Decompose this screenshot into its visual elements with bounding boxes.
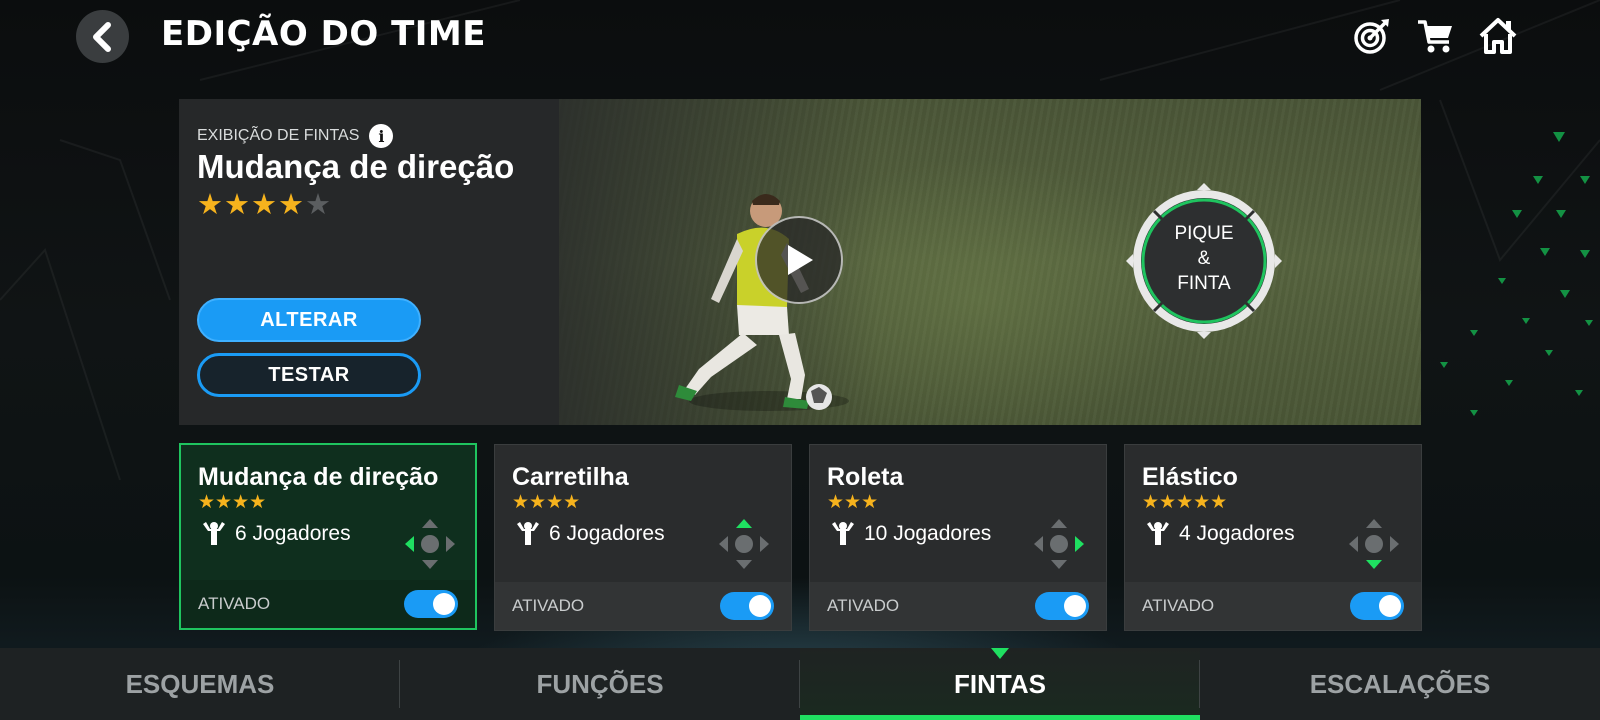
bottom-tab-bar: ESQUEMAS FUNÇÕES FINTAS ESCALAÇÕES <box>0 648 1600 720</box>
dpad-down-icon <box>1349 519 1399 569</box>
cart-icon <box>1418 20 1452 53</box>
card-rating: ★★★★★ <box>1142 492 1228 513</box>
card-players: 6 Jogadores <box>515 521 665 547</box>
card-footer: ATIVADO <box>181 580 475 628</box>
card-rating: ★★★★ <box>198 492 267 513</box>
change-button[interactable]: ALTERAR <box>197 298 421 342</box>
players-icon <box>517 522 539 545</box>
card-title: Roleta <box>827 463 904 491</box>
card-players: 4 Jogadores <box>1145 521 1295 547</box>
control-label-line: PIQUE <box>1174 223 1234 244</box>
activation-status: ATIVADO <box>827 596 900 615</box>
dpad-left-icon <box>405 519 455 569</box>
card-footer: ATIVADO <box>1125 582 1421 630</box>
test-button[interactable]: TESTAR <box>197 353 421 397</box>
chevron-left-icon <box>92 21 111 52</box>
home-button[interactable] <box>1478 16 1518 56</box>
star-empty-icon: ★ <box>305 189 332 221</box>
card-players: 10 Jogadores <box>830 521 991 547</box>
dpad-right-icon <box>1034 519 1084 569</box>
activation-toggle[interactable] <box>720 592 774 620</box>
control-label-line: & <box>1197 248 1211 269</box>
back-button[interactable] <box>76 10 129 63</box>
tab-esquemas[interactable]: ESQUEMAS <box>0 648 400 720</box>
control-label: PIQUE & FINTA <box>1124 221 1284 296</box>
toggle-knob <box>1379 595 1401 617</box>
target-button[interactable] <box>1352 16 1392 56</box>
activation-status: ATIVADO <box>198 594 271 613</box>
toggle-knob <box>433 593 455 615</box>
control-label-line: FINTA <box>1177 273 1231 294</box>
info-icon[interactable]: i <box>369 124 394 148</box>
skill-move-card[interactable]: Roleta ★★★ 10 Jogadores ATIVADO <box>809 444 1107 631</box>
star-icon: ★ <box>197 189 224 221</box>
dpad-up-icon <box>719 519 769 569</box>
star-icon: ★ <box>278 189 305 221</box>
star-icon: ★ <box>224 189 251 221</box>
target-icon <box>1354 19 1389 54</box>
card-rating: ★★★ <box>827 492 879 513</box>
players-count: 6 Jogadores <box>549 522 665 545</box>
activation-status: ATIVADO <box>1142 596 1215 615</box>
play-icon <box>788 245 813 275</box>
skill-move-showcase: EXIBIÇÃO DE FINTAS i Mudança de direção … <box>179 99 1421 425</box>
players-icon <box>1147 522 1169 545</box>
skill-move-card[interactable]: Elástico ★★★★★ 4 Jogadores ATIVADO <box>1124 444 1422 631</box>
showcase-label: EXIBIÇÃO DE FINTAS i <box>197 124 394 148</box>
skill-move-card[interactable]: Carretilha ★★★★ 6 Jogadores ATIVADO <box>494 444 792 631</box>
active-tab-indicator <box>800 715 1200 720</box>
players-icon <box>203 522 225 545</box>
top-bar: EDIÇÃO DO TIME <box>0 0 1600 74</box>
toggle-knob <box>1064 595 1086 617</box>
players-count: 4 Jogadores <box>1179 522 1295 545</box>
card-footer: ATIVADO <box>810 582 1106 630</box>
tab-escalacoes[interactable]: ESCALAÇÕES <box>1200 648 1600 720</box>
card-title: Carretilha <box>512 463 629 491</box>
players-count: 6 Jogadores <box>235 522 351 545</box>
page-title: EDIÇÃO DO TIME <box>161 14 486 54</box>
play-button[interactable] <box>755 216 843 304</box>
store-button[interactable] <box>1416 16 1456 56</box>
toggle-knob <box>749 595 771 617</box>
home-icon <box>1479 18 1517 54</box>
card-rating: ★★★★ <box>512 492 581 513</box>
skill-move-title: Mudança de direção <box>197 148 515 185</box>
card-title: Elástico <box>1142 463 1238 491</box>
star-icon: ★ <box>251 189 278 221</box>
activation-status: ATIVADO <box>512 596 585 615</box>
card-title: Mudança de direção <box>198 463 439 491</box>
showcase-label-text: EXIBIÇÃO DE FINTAS <box>197 127 360 144</box>
skill-move-rating: ★★★★★ <box>197 187 332 222</box>
players-count: 10 Jogadores <box>864 522 992 545</box>
activation-toggle[interactable] <box>1350 592 1404 620</box>
skill-move-card[interactable]: Mudança de direção ★★★★ 6 Jogadores ATIVADO <box>179 443 477 630</box>
activation-toggle[interactable] <box>1035 592 1089 620</box>
tab-funcoes[interactable]: FUNÇÕES <box>400 648 800 720</box>
card-footer: ATIVADO <box>495 582 791 630</box>
card-players: 6 Jogadores <box>201 521 351 547</box>
active-tab-marker <box>991 648 1009 659</box>
players-icon <box>832 522 854 545</box>
activation-toggle[interactable] <box>404 590 458 618</box>
